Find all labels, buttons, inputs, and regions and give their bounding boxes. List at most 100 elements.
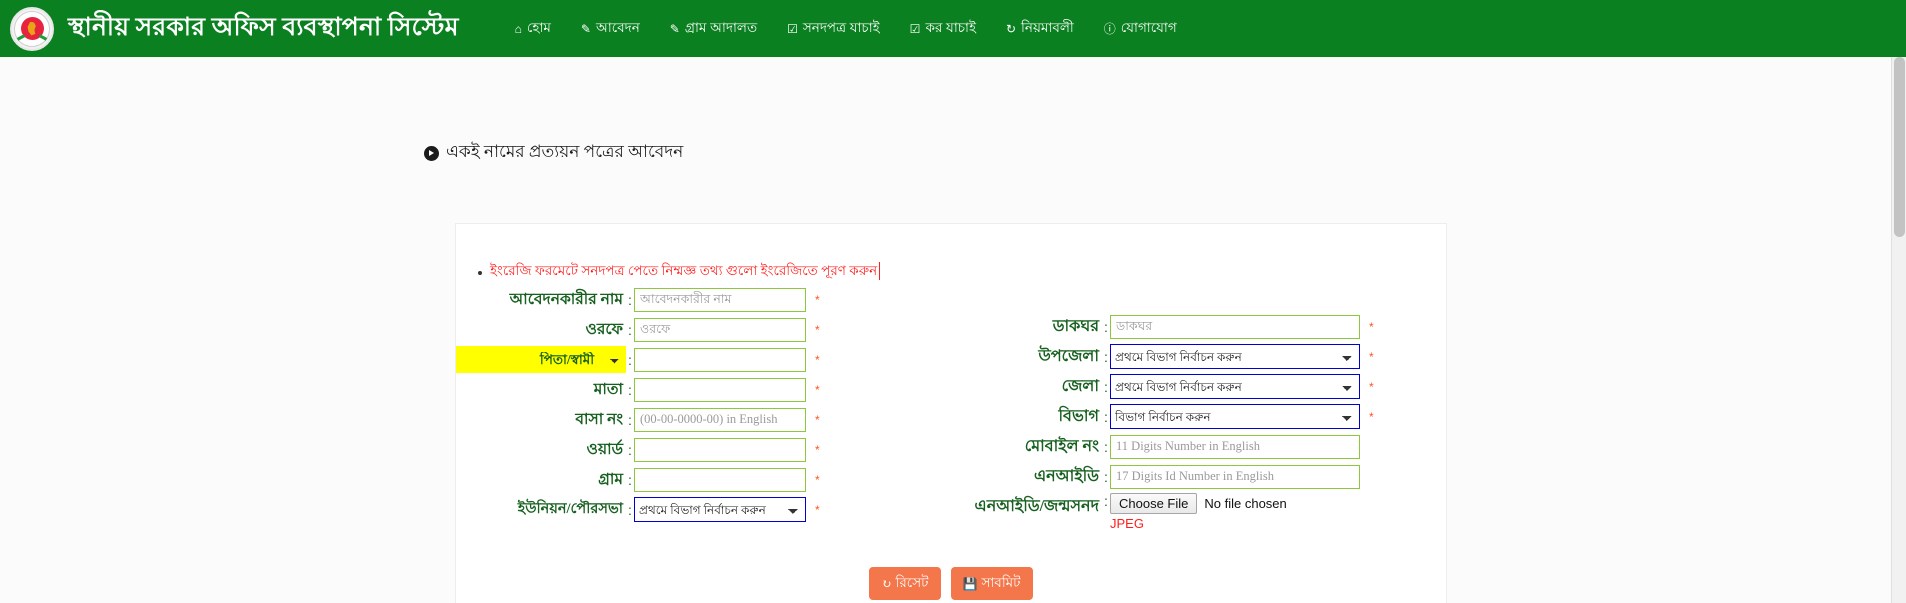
colon-4: : (628, 381, 632, 398)
colon-1: : (628, 291, 632, 308)
required-marker-division: * (1369, 409, 1374, 424)
page-body: একই নামের প্রত্যয়ন পত্রের আবেদন ইংরেজি … (0, 57, 1906, 603)
relation-select-wrapper: পিতা/স্বামী (456, 346, 626, 373)
required-marker-house-no: * (815, 412, 820, 427)
nav-item-village-court-label: গ্রাম আদালত (684, 20, 758, 35)
label-upazila: উপজেলা (1038, 348, 1099, 365)
colon-r7: : (1104, 493, 1108, 509)
nid-number-input[interactable] (1110, 464, 1360, 489)
file-status-text: No file chosen (1204, 496, 1287, 511)
field-row-district: জেলা : প্রথমে বিভাগ নির্বাচন করুন * (952, 373, 1448, 400)
colon-5: : (628, 411, 632, 428)
reset-button[interactable]: ↻ রিসেট (869, 567, 941, 600)
label-mobile-number: মোবাইল নং (1024, 438, 1099, 455)
info-icon: ⓘ (1103, 21, 1116, 36)
label-applicant-name: আবেদনকারীর নাম (509, 290, 623, 308)
page-title: একই নামের প্রত্যয়ন পত্রের আবেদন (424, 139, 683, 167)
choose-file-button[interactable]: Choose File (1110, 493, 1198, 514)
field-row-alias: ওরফে : * (456, 316, 952, 343)
applicant-name-input[interactable] (634, 287, 806, 312)
submit-button-label: সাবমিট (981, 575, 1021, 590)
nav-item-application-label: আবেদন (595, 20, 640, 35)
label-village: গ্রাম (598, 470, 623, 488)
field-row-ward: ওয়ার্ড : * (456, 436, 952, 463)
label-alias: ওরফে (585, 320, 624, 338)
colon-r2: : (1104, 348, 1108, 365)
required-marker-ward: * (815, 442, 820, 457)
union-select[interactable]: প্রথমে বিভাগ নির্বাচন করুন (634, 497, 806, 522)
required-marker-post-office: * (1369, 319, 1374, 334)
colon-r1: : (1104, 318, 1108, 335)
label-ward: ওয়ার্ড (586, 440, 623, 458)
label-mother: মাতা (593, 380, 623, 398)
form-action-bar: ↻ রিসেট 💾 সাবমিট (456, 567, 1446, 600)
relation-select[interactable]: পিতা/স্বামী (524, 347, 624, 372)
required-marker-father-or-husband: * (815, 352, 820, 367)
label-post-office: ডাকঘর (1052, 318, 1099, 335)
edit-icon: ✎ (669, 21, 680, 36)
division-select[interactable]: বিভাগ নির্বাচন করুন (1110, 404, 1360, 429)
required-marker-alias: * (815, 322, 820, 337)
colon-r3: : (1104, 378, 1108, 395)
nav-item-certificate-verify[interactable]: ☑ সনদপত্র যাচাই (787, 17, 880, 40)
label-union: ইউনিয়ন/পৌরসভা (517, 500, 623, 517)
house-no-input[interactable] (634, 407, 806, 432)
field-row-father-or-husband: পিতা/স্বামী : * (456, 346, 952, 373)
nav-item-village-court[interactable]: ✎ গ্রাম আদালত (670, 17, 757, 40)
nav-items: ⌂ হোম ✎ আবেদন ✎ গ্রাম আদালত ☑ সনদপত্র যা… (515, 17, 1177, 40)
ward-input[interactable] (634, 437, 806, 462)
page-title-text: একই নামের প্রত্যয়ন পত্রের আবেদন (446, 142, 684, 161)
brand-block[interactable]: স্থানীয় সরকার অফিস ব্যবস্থাপনা সিস্টেম (10, 6, 459, 51)
alias-input[interactable] (634, 317, 806, 342)
field-row-village: গ্রাম : * (456, 466, 952, 493)
village-input[interactable] (634, 467, 806, 492)
required-marker-union: * (815, 502, 820, 517)
bangladesh-govt-emblem-logo-icon (10, 6, 54, 51)
field-row-house-no: বাসা নং : * (456, 406, 952, 433)
home-icon: ⌂ (514, 21, 522, 36)
nav-item-application[interactable]: ✎ আবেদন (581, 17, 640, 40)
upazila-select[interactable]: প্রথমে বিভাগ নির্বাচন করুন (1110, 344, 1360, 369)
field-row-applicant-name: আবেদনকারীর নাম : * (456, 286, 952, 313)
post-office-input[interactable] (1110, 314, 1360, 339)
nav-item-tax-verify[interactable]: ☑ কর যাচাই (910, 17, 976, 40)
required-marker-district: * (1369, 379, 1374, 394)
nav-item-certificate-verify-label: সনদপত্র যাচাই (802, 20, 880, 35)
submit-button[interactable]: 💾 সাবমিট (950, 567, 1033, 600)
mobile-number-input[interactable] (1110, 434, 1360, 459)
required-marker-upazila: * (1369, 349, 1374, 364)
field-row-mobile-number: মোবাইল নং : (952, 433, 1448, 460)
nav-item-rules[interactable]: ↻ নিয়মাবলী (1006, 17, 1074, 40)
field-row-mother: মাতা : * (456, 376, 952, 403)
nav-item-rules-label: নিয়মাবলী (1021, 20, 1074, 35)
nav-item-home[interactable]: ⌂ হোম (515, 17, 551, 40)
required-marker-village: * (815, 472, 820, 487)
colon-7: : (628, 471, 632, 488)
save-icon: 💾 (962, 576, 978, 591)
top-navbar: স্থানীয় সরকার অফিস ব্যবস্থাপনা সিস্টেম … (0, 0, 1906, 57)
nav-item-home-label: হোম (526, 20, 551, 35)
colon-2: : (628, 321, 632, 338)
form-notice-text: ইংরেজি ফরমেটে সনদপত্র পেতে নিম্মজ্ঞ তথ্য… (490, 262, 881, 280)
colon-r6: : (1104, 468, 1108, 485)
colon-6: : (628, 441, 632, 458)
arrow-circle-right-icon (424, 145, 439, 161)
edit-icon: ✎ (580, 21, 591, 36)
label-district: জেলা (1061, 378, 1099, 395)
scrollbar-thumb[interactable] (1894, 57, 1905, 237)
application-form-card: ইংরেজি ফরমেটে সনদপত্র পেতে নিম্মজ্ঞ তথ্য… (455, 223, 1447, 603)
district-select[interactable]: প্রথমে বিভাগ নির্বাচন করুন (1110, 374, 1360, 399)
field-row-division: বিভাগ : বিভাগ নির্বাচন করুন * (952, 403, 1448, 430)
nav-item-contact[interactable]: ⓘ যোগাযোগ (1104, 17, 1177, 40)
nav-item-contact-label: যোগাযোগ (1120, 20, 1177, 35)
colon-r5: : (1104, 438, 1108, 455)
refresh-icon: ↻ (881, 576, 892, 591)
vertical-scrollbar[interactable] (1891, 57, 1906, 603)
bullet-icon (478, 271, 482, 275)
father-or-husband-input[interactable] (634, 347, 806, 372)
reset-button-label: রিসেট (895, 575, 929, 590)
mother-input[interactable] (634, 377, 806, 402)
form-left-column: আবেদনকারীর নাম : * ওরফে : * পিতা/স্বামী (456, 286, 952, 526)
required-marker-mother: * (815, 382, 820, 397)
field-row-union: ইউনিয়ন/পৌরসভা : প্রথমে বিভাগ নির্বাচন ক… (456, 496, 952, 523)
